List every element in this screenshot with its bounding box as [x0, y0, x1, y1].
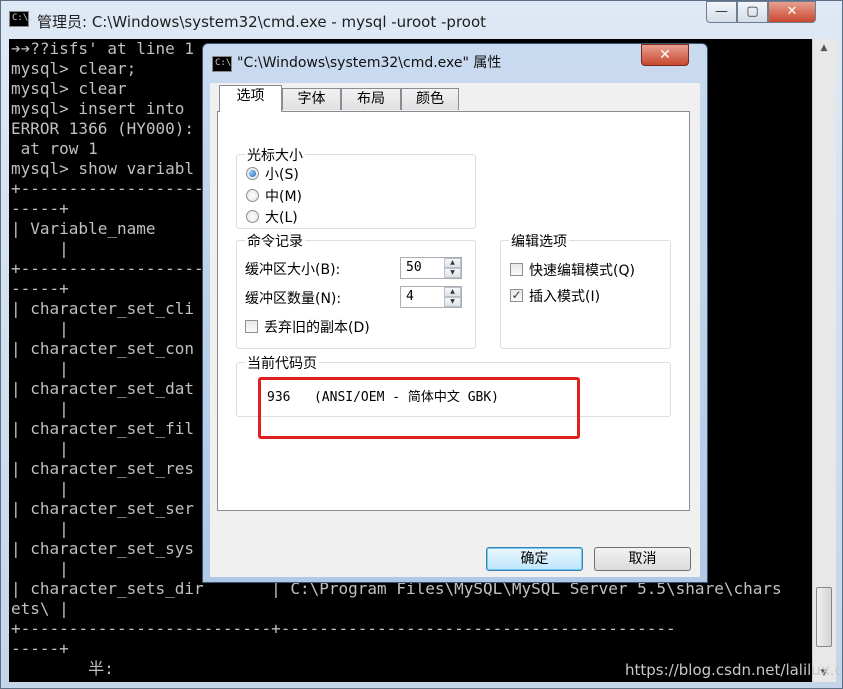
maximize-button[interactable]: ▢ [737, 1, 768, 23]
cursor-medium-radio[interactable] [246, 189, 259, 202]
buffer-count-stepper[interactable]: 4 ▲ ▼ [400, 286, 462, 308]
discard-duplicates-label[interactable]: 丢弃旧的副本(D) [264, 317, 370, 337]
cursor-small-radio[interactable] [246, 167, 259, 180]
cancel-button[interactable]: 取消 [594, 547, 691, 571]
spin-up-arrow-icon[interactable]: ▲ [444, 258, 461, 268]
options-tab-panel: 光标大小 小(S) 中(M) 大(L) 命令记录 缓冲区大小(B): 50 ▲ … [217, 111, 690, 511]
tab-colors[interactable]: 颜色 [401, 88, 459, 110]
red-highlight-annotation [258, 377, 580, 439]
spin-down-arrow-icon[interactable]: ▼ [444, 297, 461, 307]
insert-mode-label[interactable]: 插入模式(I) [529, 286, 600, 306]
buffer-size-value[interactable]: 50 [406, 260, 422, 275]
buffer-count-label: 缓冲区数量(N): [245, 291, 342, 307]
dialog-app-icon: C:\. [212, 56, 237, 72]
discard-duplicates-checkbox[interactable] [245, 320, 258, 333]
cursor-large-radio[interactable] [246, 210, 259, 223]
cursor-size-group: 光标大小 小(S) 中(M) 大(L) [236, 145, 476, 229]
checkmark-icon: ✓ [511, 288, 522, 302]
tab-font[interactable]: 字体 [282, 88, 341, 110]
properties-dialog: C:\. "C:\Windows\system32\cmd.exe" 属性 ✕ … [202, 43, 708, 583]
cmd-titlebar[interactable]: C:\. 管理员: C:\Windows\system32\cmd.exe - … [1, 1, 842, 39]
edit-options-label: 编辑选项 [509, 231, 569, 251]
dialog-close-button[interactable]: ✕ [641, 44, 689, 66]
cursor-medium-label[interactable]: 中(M) [265, 186, 302, 206]
command-history-group: 命令记录 缓冲区大小(B): 50 ▲ ▼ 缓冲区数量(N): 4 ▲ ▼ 丢弃… [236, 231, 476, 349]
spin-up-arrow-icon[interactable]: ▲ [444, 287, 461, 297]
minimize-button[interactable]: — [706, 1, 737, 23]
buffer-size-stepper[interactable]: 50 ▲ ▼ [400, 257, 462, 279]
buffer-count-value[interactable]: 4 [406, 289, 414, 304]
ok-button[interactable]: 确定 [486, 547, 583, 571]
tab-options[interactable]: 选项 [219, 85, 282, 112]
watermark-text: https://blog.csdn.net/lalilux.cn [625, 661, 843, 679]
quick-edit-checkbox[interactable] [510, 263, 523, 276]
dialog-title: "C:\Windows\system32\cmd.exe" 属性 [237, 55, 502, 71]
quick-edit-label[interactable]: 快速编辑模式(Q) [529, 260, 635, 280]
cmd-window-title: 管理员: C:\Windows\system32\cmd.exe - mysql… [37, 13, 487, 31]
command-history-label: 命令记录 [245, 231, 305, 251]
close-button[interactable]: ✕ [768, 1, 816, 23]
insert-mode-checkbox[interactable]: ✓ [510, 289, 523, 302]
edit-options-group: 编辑选项 快速编辑模式(Q) ✓ 插入模式(I) [500, 231, 671, 349]
scrollbar-thumb[interactable] [816, 587, 832, 647]
cursor-small-label[interactable]: 小(S) [265, 164, 299, 184]
spin-down-arrow-icon[interactable]: ▼ [444, 268, 461, 278]
vertical-scrollbar[interactable]: ▲ ▼ [812, 39, 836, 682]
buffer-size-label: 缓冲区大小(B): [245, 262, 341, 278]
code-page-label: 当前代码页 [245, 353, 319, 373]
cursor-large-label[interactable]: 大(L) [265, 207, 298, 227]
cmd-app-icon[interactable]: C:\. [9, 11, 34, 27]
dialog-body: 选项 字体 布局 颜色 光标大小 小(S) 中(M) 大(L) 命令记录 缓冲区… [210, 83, 700, 577]
tab-layout[interactable]: 布局 [341, 88, 401, 110]
cursor-size-label: 光标大小 [245, 145, 305, 165]
scroll-up-arrow-icon[interactable]: ▲ [813, 39, 835, 57]
